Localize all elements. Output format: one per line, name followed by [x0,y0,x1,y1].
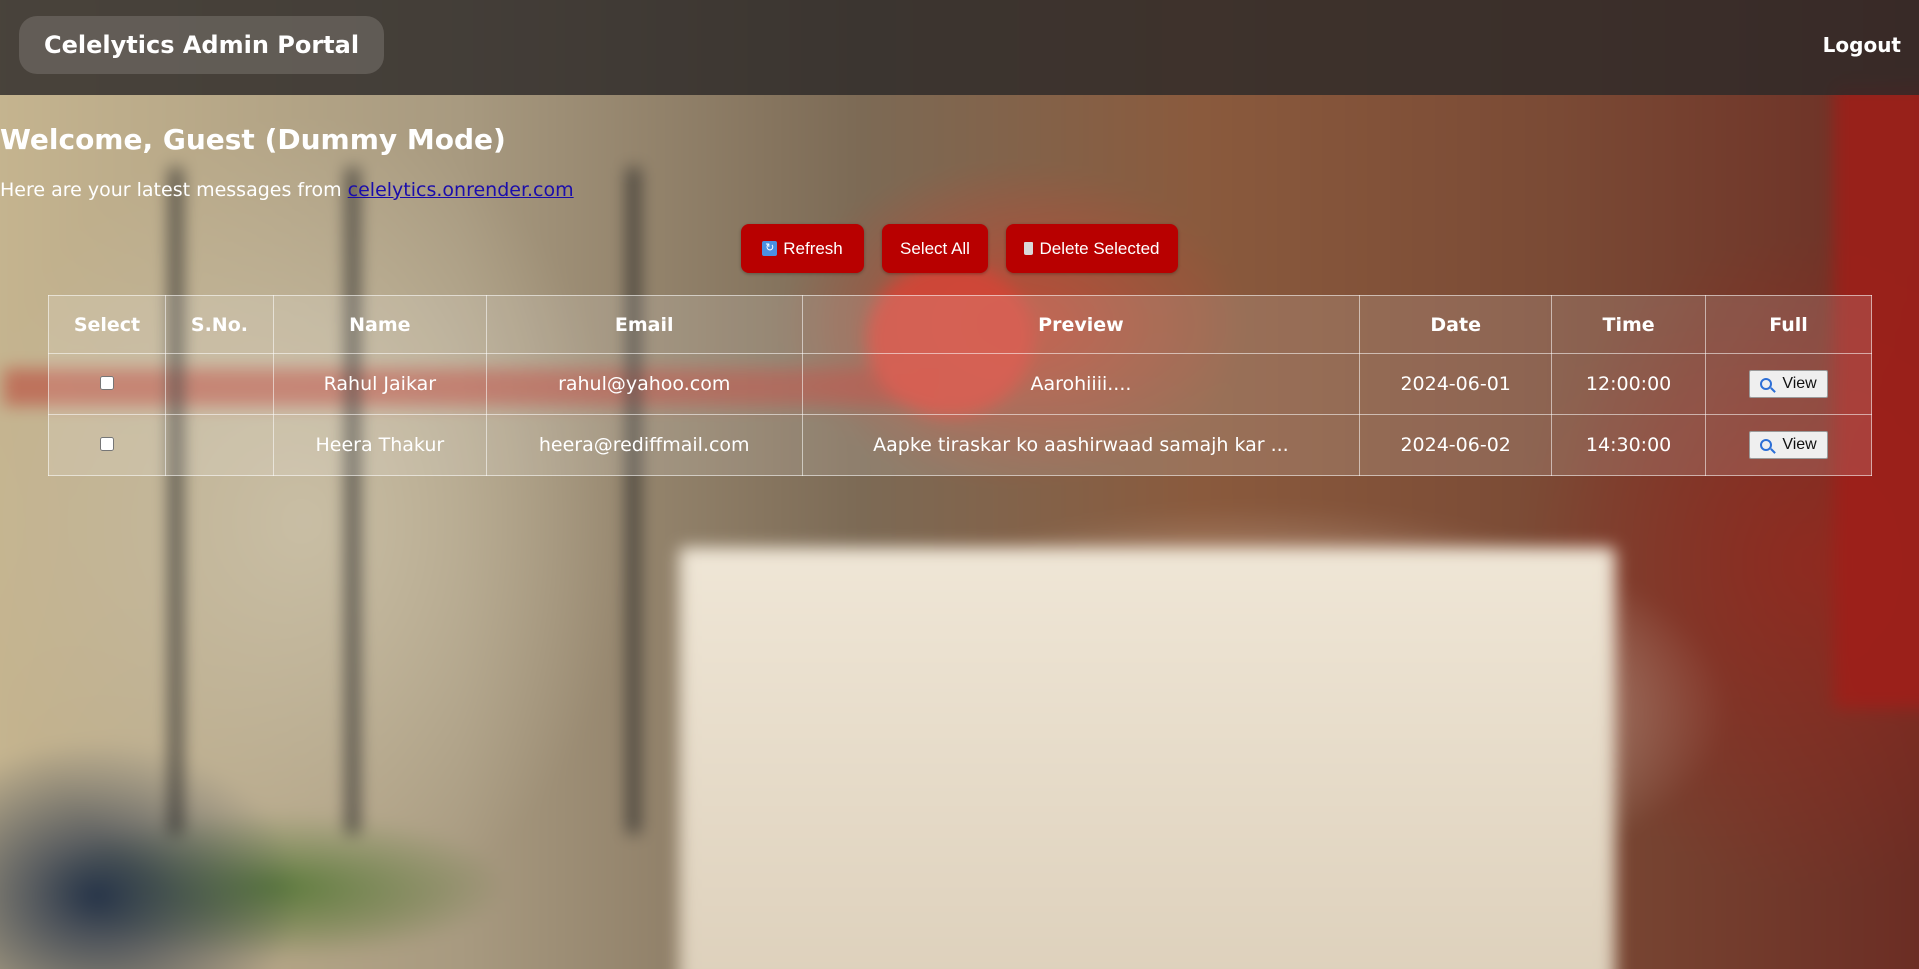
header-time: Time [1551,295,1707,354]
magnifier-icon [1760,439,1773,451]
refresh-button[interactable]: ↻ Refresh [741,224,864,273]
row-checkbox[interactable] [99,376,114,390]
welcome-subtitle: Here are your latest messages from celel… [0,178,1919,202]
delete-selected-button[interactable]: Delete Selected [1006,224,1178,273]
header-sno: S.No. [164,295,274,354]
table-header-row: Select S.No. Name Email Preview Date Tim… [48,295,1872,354]
table-row: Rahul Jaikar rahul@yahoo.com Aarohiiii..… [48,353,1872,415]
view-button[interactable]: View [1749,431,1828,459]
view-button[interactable]: View [1749,370,1828,398]
email-cell: heera@rediffmail.com [485,414,803,476]
date-cell: 2024-06-01 [1359,353,1553,415]
header-select: Select [48,295,166,354]
preview-cell: Aapke tiraskar ko aashirwaad samajh kar … [801,414,1361,476]
name-cell: Rahul Jaikar [272,353,487,415]
subtitle-text: Here are your latest messages from [0,179,348,201]
messages-table: Select S.No. Name Email Preview Date Tim… [48,295,1872,476]
email-cell: rahul@yahoo.com [485,353,803,415]
refresh-icon: ↻ [762,241,778,256]
view-label: View [1782,436,1817,453]
sno-cell [164,414,274,476]
preview-cell: Aarohiiii.... [801,353,1361,415]
action-bar: ↻ Refresh Select All Delete Selected [0,224,1919,273]
header-preview: Preview [801,295,1361,354]
select-all-button[interactable]: Select All [882,224,988,273]
refresh-label: Refresh [783,238,843,258]
table-row: Heera Thakur heera@rediffmail.com Aapke … [48,414,1872,476]
full-cell: View [1705,353,1872,415]
header-email: Email [485,295,803,354]
select-cell [48,414,166,476]
delete-selected-label: Delete Selected [1039,238,1160,258]
site-link[interactable]: celelytics.onrender.com [348,179,574,201]
row-checkbox[interactable] [99,437,114,451]
time-cell: 14:30:00 [1551,414,1707,476]
main-content: Welcome, Guest (Dummy Mode) Here are you… [0,122,1919,476]
view-label: View [1782,375,1817,392]
full-cell: View [1705,414,1872,476]
header-name: Name [272,295,487,354]
select-cell [48,353,166,415]
logout-link[interactable]: Logout [1823,33,1901,57]
magnifier-icon [1760,378,1773,390]
header-date: Date [1359,295,1553,354]
trash-icon [1024,242,1034,255]
top-navbar: Celelytics Admin Portal Logout [0,0,1919,95]
welcome-heading: Welcome, Guest (Dummy Mode) [0,123,506,156]
header-full: Full [1705,295,1872,354]
brand-title: Celelytics Admin Portal [19,16,385,74]
sno-cell [164,353,274,415]
time-cell: 12:00:00 [1551,353,1707,415]
name-cell: Heera Thakur [272,414,487,476]
date-cell: 2024-06-02 [1359,414,1553,476]
select-all-label: Select All [900,238,970,258]
